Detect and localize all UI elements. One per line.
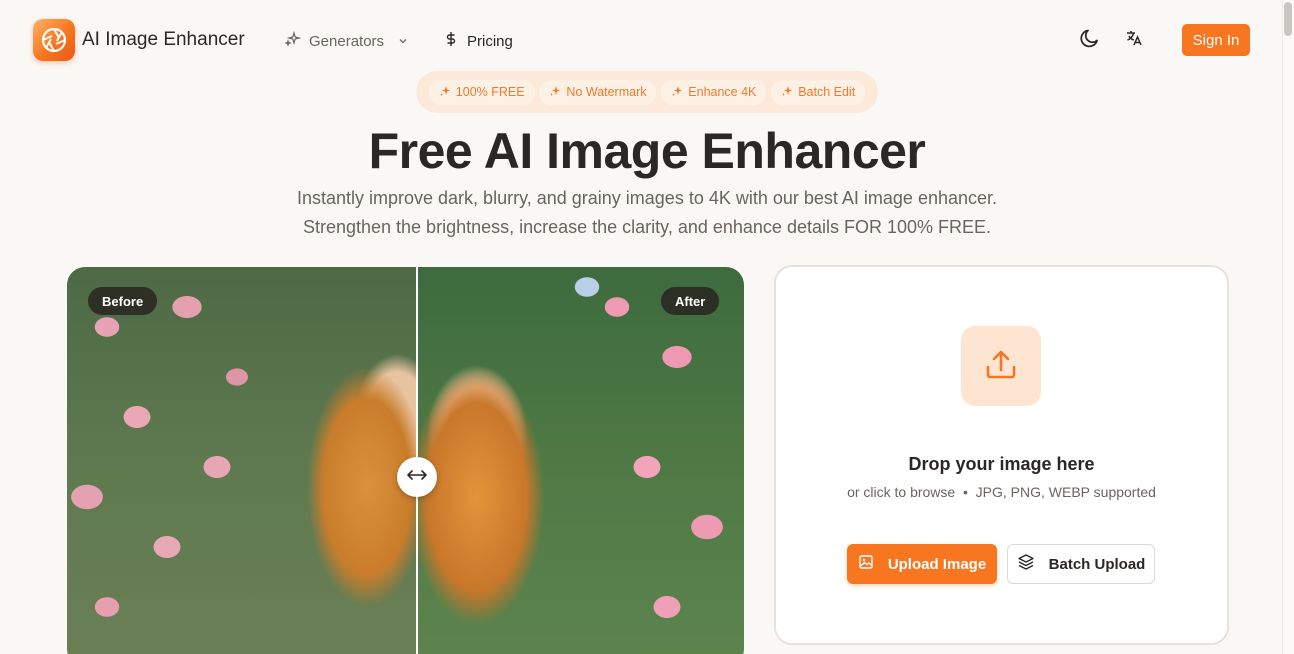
translate-icon <box>1125 29 1143 52</box>
badge-enhance-4k: Enhance 4K <box>661 79 767 105</box>
dropzone-title: Drop your image here <box>908 454 1095 474</box>
image-icon <box>858 554 874 574</box>
badge-label: 100% FREE <box>455 85 525 99</box>
header: AI Image Enhancer Generators Pricing Sig… <box>0 0 1282 80</box>
batch-upload-label: Batch Upload <box>1048 555 1146 573</box>
before-image <box>67 267 417 654</box>
page-subtitle-line2: Strengthen the brightness, increase the … <box>302 217 992 237</box>
chevron-down-icon <box>398 33 408 50</box>
before-after-slider[interactable]: Before After <box>67 267 744 654</box>
feature-badges: 100% FREE No Watermark Enhance 4K Batch … <box>416 71 878 113</box>
nav-pricing-label: Pricing <box>467 32 513 50</box>
after-image <box>417 267 744 654</box>
batch-upload-button[interactable]: Batch Upload <box>1007 544 1155 584</box>
dropzone-subtitle: or click to browse • JPG, PNG, WEBP supp… <box>847 484 1156 500</box>
logo-icon[interactable] <box>33 19 75 61</box>
upload-image-label: Upload Image <box>887 555 987 573</box>
after-label: After <box>661 287 720 315</box>
sparkles-icon <box>671 85 683 100</box>
page-subtitle-line1: Instantly improve dark, blurry, and grai… <box>296 188 998 208</box>
layers-icon <box>1017 553 1035 575</box>
moon-icon <box>1079 27 1101 54</box>
badge-label: Enhance 4K <box>688 85 757 99</box>
upload-icon-container <box>961 326 1041 406</box>
badge-batch-edit: Batch Edit <box>771 79 866 105</box>
upload-image-button[interactable]: Upload Image <box>847 544 997 584</box>
slider-handle[interactable] <box>397 457 437 497</box>
scrollbar[interactable] <box>1282 0 1294 654</box>
sparkles-icon <box>549 85 561 100</box>
sparkles-icon <box>781 85 793 100</box>
before-label: Before <box>88 287 158 315</box>
nav-generators-label: Generators <box>309 32 385 50</box>
language-button[interactable] <box>1122 28 1146 52</box>
badge-label: Batch Edit <box>798 85 856 99</box>
badge-free: 100% FREE <box>428 79 535 105</box>
sparkles-icon <box>283 30 302 51</box>
badge-label: No Watermark <box>566 85 647 99</box>
sparkles-icon <box>439 85 451 100</box>
logo-text[interactable]: AI Image Enhancer <box>82 29 245 51</box>
upload-icon <box>982 345 1020 388</box>
scrollbar-thumb[interactable] <box>1284 2 1292 36</box>
sign-in-button[interactable]: Sign In <box>1182 24 1250 56</box>
upload-dropzone[interactable]: Drop your image here or click to browse … <box>774 265 1229 645</box>
badge-no-watermark: No Watermark <box>539 79 657 105</box>
arrows-horizontal-icon <box>406 468 428 486</box>
dark-mode-toggle[interactable] <box>1078 28 1102 52</box>
nav-generators[interactable]: Generators <box>283 30 408 51</box>
dollar-icon <box>443 31 459 51</box>
page-title: Free AI Image Enhancer <box>368 123 926 179</box>
nav-pricing[interactable]: Pricing <box>443 31 513 51</box>
